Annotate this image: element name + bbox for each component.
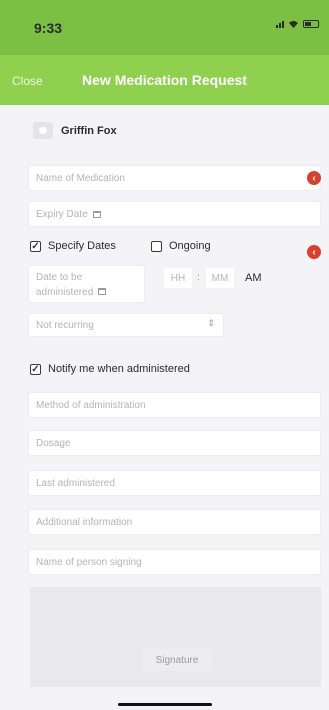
last-administered-input[interactable]: Last administered <box>28 470 321 496</box>
last-administered-placeholder: Last administered <box>36 477 115 489</box>
ongoing-label: Ongoing <box>169 240 211 252</box>
signature-label: Signature <box>142 649 212 671</box>
medication-name-placeholder: Name of Medication <box>36 172 125 184</box>
signal-icon <box>276 20 284 28</box>
avatar <box>33 122 53 139</box>
patient-name: Griffin Fox <box>61 124 117 137</box>
signer-name-placeholder: Name of person signing <box>36 556 142 568</box>
calendar-icon <box>98 288 107 295</box>
minute-input[interactable]: MM <box>206 268 234 288</box>
status-time: 9:33 <box>34 20 63 36</box>
expiry-date-placeholder: Expiry Date <box>36 208 88 220</box>
dosage-placeholder: Dosage <box>36 437 71 449</box>
administration-date-input[interactable]: Date to be administered <box>28 265 145 303</box>
notify-option[interactable]: ✓ Notify me when administered <box>30 363 190 375</box>
home-indicator <box>118 703 212 706</box>
signer-name-input[interactable]: Name of person signing <box>28 549 321 575</box>
method-input[interactable]: Method of administration <box>28 392 321 418</box>
select-arrows-icon: ⇕ <box>207 318 215 328</box>
method-placeholder: Method of administration <box>36 399 146 411</box>
status-bar: 9:33 <box>0 0 329 55</box>
signature-pad[interactable] <box>30 587 321 687</box>
patient-header: Griffin Fox <box>33 122 117 139</box>
time-separator: : <box>197 272 200 283</box>
specify-dates-label: Specify Dates <box>48 240 116 252</box>
additional-info-input[interactable]: Additional information <box>28 509 321 535</box>
recurrence-select[interactable]: Not recurring ⇕ <box>28 313 224 337</box>
hour-input[interactable]: HH <box>164 268 192 288</box>
administered-placeholder: administered <box>36 287 94 298</box>
page-title: New Medication Request <box>82 72 247 88</box>
notify-checkbox[interactable]: ✓ <box>30 363 41 375</box>
specify-dates-option[interactable]: ✓ Specify Dates <box>30 240 116 252</box>
status-icons <box>276 20 319 28</box>
additional-info-placeholder: Additional information <box>36 516 133 528</box>
arrow-left-circle-icon: ‹ <box>307 171 321 185</box>
specify-dates-checkbox[interactable]: ✓ <box>30 240 41 252</box>
ongoing-option[interactable]: Ongoing <box>151 240 211 252</box>
arrow-left-circle-icon: ‹ <box>307 245 321 259</box>
date-to-be-placeholder: Date to be <box>36 272 83 283</box>
nav-bar: Close New Medication Request <box>0 55 329 105</box>
expiry-date-input[interactable]: Expiry Date <box>28 201 321 227</box>
ampm-toggle[interactable]: AM <box>245 272 262 284</box>
recurrence-value: Not recurring <box>36 319 94 331</box>
medication-name-input[interactable]: Name of Medication <box>28 165 321 191</box>
wifi-icon <box>289 21 298 28</box>
ongoing-checkbox[interactable] <box>151 240 162 252</box>
calendar-icon <box>92 210 101 218</box>
battery-icon <box>303 20 319 28</box>
dosage-input[interactable]: Dosage <box>28 430 321 456</box>
notify-label: Notify me when administered <box>48 363 190 375</box>
